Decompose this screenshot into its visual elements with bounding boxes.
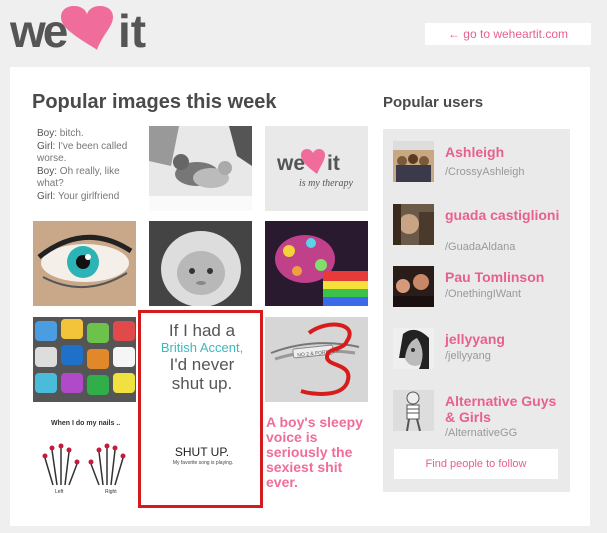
user-item[interactable]: Alternative Guys & Girls /AlternativeGG [393,390,563,439]
user-name[interactable]: jellyyang [445,331,563,347]
bracelet-image-tile[interactable]: NO 2 & FOREVER [265,317,368,402]
user-name[interactable]: Pau Tomlinson [445,269,563,285]
user-name[interactable]: Ashleigh [445,144,563,160]
boys-voice-quote-tile[interactable]: A boy's sleepy voice is seriously the se… [266,415,366,490]
tile-logo-right: it [327,152,340,175]
heart-icon [61,6,113,50]
quote-line: If I had a [168,321,236,340]
user-name[interactable]: guada castiglioni [445,207,563,223]
quote-line: I'd never [169,355,235,374]
weheartit-logo[interactable]: we it [9,4,162,57]
goto-weheartit-link[interactable]: ← go to weheartit.com [425,23,591,45]
find-people-button[interactable]: Find people to follow [394,449,558,479]
logo-text-right: it [118,5,146,54]
weheartit-therapy-tile[interactable]: we it is my therapy [265,126,368,211]
dialog-line: Your girlfriend [57,190,120,202]
popular-users-list: Ashleigh /CrossyAshleigh guada castiglio… [383,129,570,492]
page-title: Popular images this week [32,91,277,113]
user-handle: /jellyyang [445,350,491,362]
hands-drawing [42,443,126,486]
speaker-label: Girl: [37,190,56,202]
quote-line-accent: British Accent, [160,340,244,355]
baby-image-tile[interactable] [149,221,252,306]
user-item[interactable]: guada castiglioni /GuadaAldana [393,204,563,253]
logo-text-left: we [10,5,68,54]
user-handle: /AlternativeGG [445,427,518,439]
user-item[interactable]: jellyyang /jellyyang [393,328,563,370]
left-label: Left [55,489,64,495]
user-handle: /CrossyAshleigh [445,166,525,178]
tile-logo-left: we [276,152,305,175]
sparkle-image-tile[interactable] [265,221,368,306]
user-name[interactable]: Alternative Guys & Girls [445,393,563,425]
avatar [393,266,434,307]
wolves-image-tile[interactable] [149,126,252,211]
quote-line: shut up. [171,374,233,393]
speaker-label: Boy: [37,128,58,139]
avatar [393,390,434,431]
user-item[interactable]: Ashleigh /CrossyAshleigh [393,141,563,183]
tile-caption: is my therapy [299,178,353,189]
shut-up-text: SHUT UP. [174,445,230,459]
nails-image-tile[interactable]: When I do my nails .. Left Right [33,410,136,505]
avatar [393,141,434,182]
speaker-label: Girl: [37,140,56,152]
avatar [393,204,434,245]
user-handle: /OnethingIWant [445,288,522,300]
user-handle: /GuadaAldana [445,241,516,253]
song-caption: My favorite song is playing. [172,460,234,466]
eye-image-tile[interactable] [33,221,136,306]
user-item[interactable]: Pau Tomlinson /OnethingIWant [393,266,563,308]
british-accent-image-tile[interactable]: If I had a British Accent, I'd never shu… [138,310,263,508]
popular-users-title: Popular users [383,94,484,111]
avatar [393,328,434,369]
apps-image-tile[interactable] [33,317,136,402]
text-image-tile[interactable]: Boy: bitch. Girl: I've been called worse… [33,126,136,211]
right-label: Right [105,489,117,495]
dialog-line: bitch. [59,128,84,139]
speaker-label: Boy: [37,165,58,177]
